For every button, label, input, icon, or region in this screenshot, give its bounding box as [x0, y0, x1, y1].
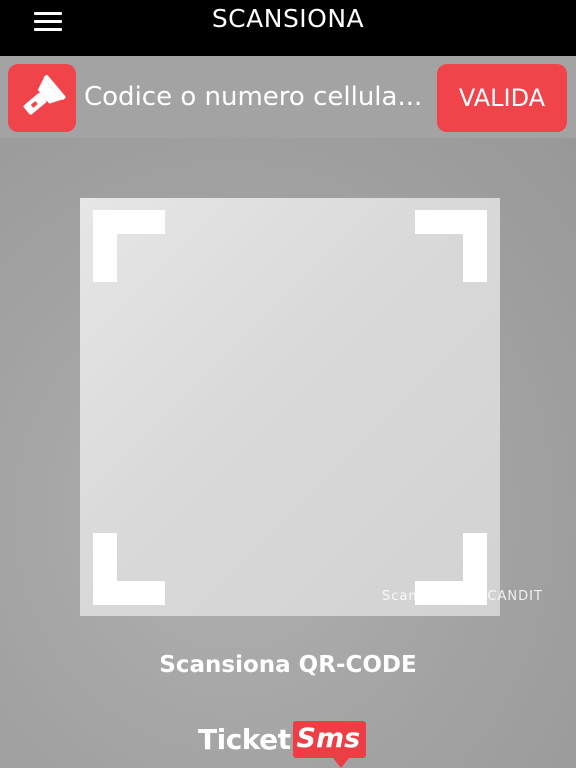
page-title: SCANSIONA	[211, 4, 365, 33]
flashlight-button[interactable]	[8, 64, 76, 132]
scan-frame-corner-top-left	[93, 210, 165, 282]
scan-frame-corner-top-right	[415, 210, 487, 282]
logo-text-sms: Sms	[292, 720, 367, 768]
scan-instruction: Scansiona QR-CODE	[159, 652, 417, 678]
code-or-phone-input[interactable]	[84, 74, 430, 120]
scan-frame-corner-bottom-left	[93, 533, 165, 605]
code-entry-bar: VALIDA	[0, 56, 576, 138]
top-bar: SCANSIONA	[0, 0, 576, 56]
ticketsms-logo: Ticket Sms	[198, 716, 367, 768]
validate-button[interactable]: VALIDA	[437, 64, 567, 132]
scan-screen: SCANSIONA VALIDA Scanning by SCANDIT Sca…	[0, 0, 576, 768]
scandit-watermark: Scanning by SCANDIT	[382, 589, 543, 604]
logo-text-ticket: Ticket	[198, 722, 291, 756]
flashlight-icon	[23, 74, 66, 115]
